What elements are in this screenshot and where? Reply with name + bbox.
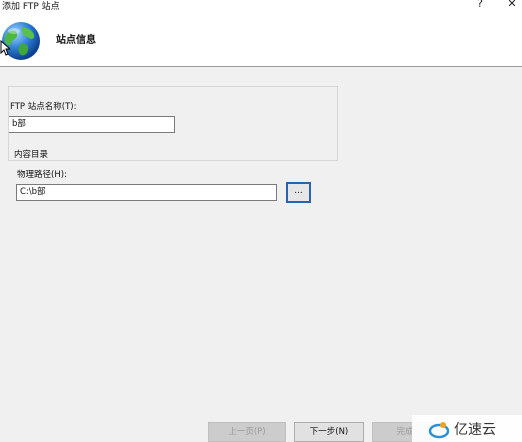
- physical-path-input[interactable]: C:\b部: [16, 184, 277, 201]
- mouse-cursor-icon: [0, 40, 10, 56]
- content-directory-group: [8, 86, 338, 161]
- watermark: 亿速云: [412, 415, 522, 442]
- next-button[interactable]: 下一步(N): [294, 422, 364, 442]
- previous-button[interactable]: 上一页(P): [208, 422, 286, 442]
- browse-button[interactable]: ...: [286, 182, 311, 203]
- watermark-logo-icon: [428, 422, 450, 439]
- help-button[interactable]: ?: [473, 0, 487, 11]
- watermark-text: 亿速云: [454, 422, 496, 438]
- physical-path-label: 物理路径(H):: [17, 170, 67, 180]
- title-bar: 添加 FTP 站点 ? ✕: [0, 0, 522, 14]
- window-title: 添加 FTP 站点: [2, 2, 60, 12]
- content-directory-label: 内容目录: [12, 148, 51, 160]
- page-title: 站点信息: [56, 35, 96, 46]
- header-banner: 站点信息: [0, 14, 522, 67]
- close-button[interactable]: ✕: [505, 0, 519, 11]
